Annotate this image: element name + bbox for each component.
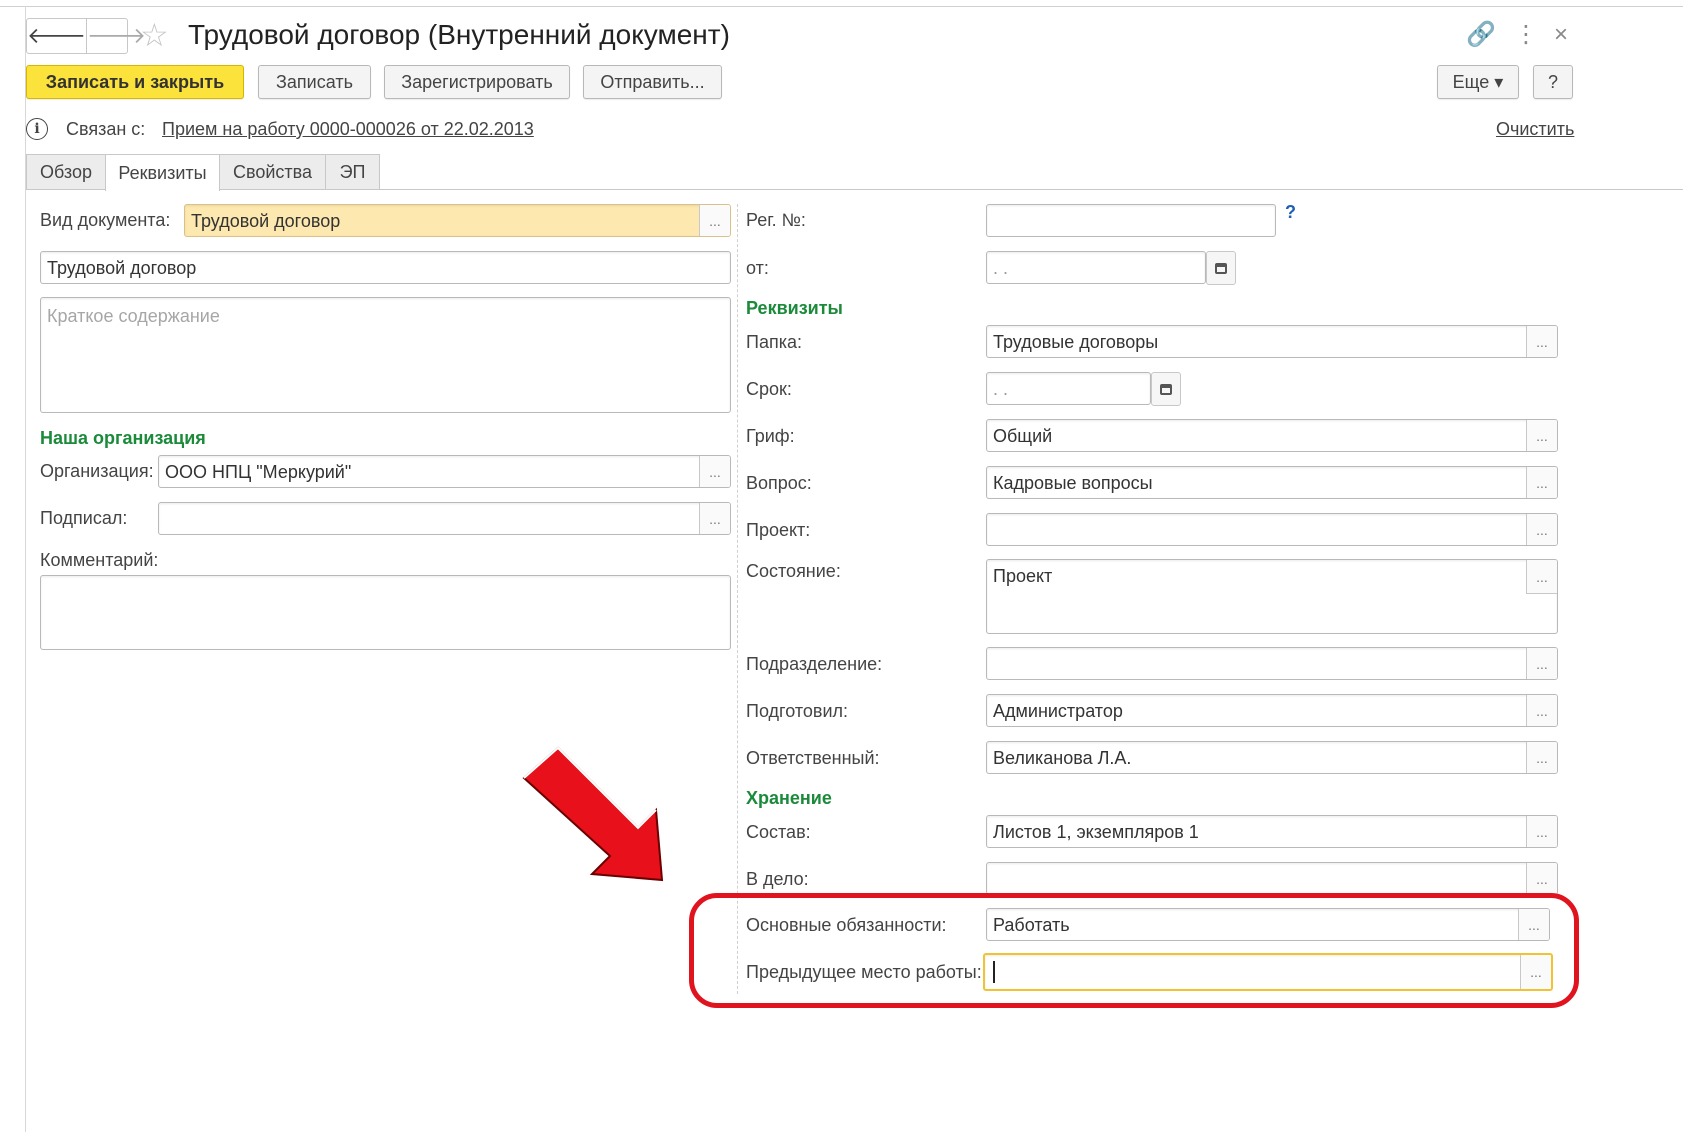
composition-label: Состав: bbox=[746, 822, 811, 842]
close-icon[interactable]: × bbox=[1554, 20, 1568, 50]
responsible-value: Великанова Л.А. bbox=[993, 748, 1132, 768]
deadline-label: Срок: bbox=[746, 379, 792, 399]
deadline-placeholder: . . bbox=[993, 379, 1009, 399]
ellipsis-button[interactable]: ... bbox=[699, 205, 730, 236]
project-label: Проект: bbox=[746, 520, 811, 540]
doc-type-field[interactable]: Трудовой договор ... bbox=[184, 204, 731, 237]
ellipsis-button[interactable]: ... bbox=[1526, 742, 1557, 773]
deadline-input[interactable]: . . bbox=[986, 372, 1151, 405]
ellipsis-button[interactable]: ... bbox=[1526, 863, 1557, 894]
question-label: Вопрос: bbox=[746, 473, 812, 493]
ellipsis-button[interactable]: ... bbox=[699, 503, 730, 534]
register-button[interactable]: Зарегистрировать bbox=[384, 65, 570, 99]
tab-bar-line bbox=[26, 189, 1683, 190]
grif-label: Гриф: bbox=[746, 426, 795, 446]
ellipsis-button[interactable]: ... bbox=[1526, 816, 1557, 847]
ellipsis-button[interactable]: ... bbox=[1526, 326, 1557, 357]
project-field[interactable]: ... bbox=[986, 513, 1558, 546]
ellipsis-button[interactable]: ... bbox=[699, 456, 730, 487]
date-from-calendar-button[interactable] bbox=[1206, 251, 1236, 285]
history-nav: 🡐 🡒 bbox=[26, 18, 146, 54]
red-arrow-icon bbox=[522, 746, 664, 882]
grif-value: Общий bbox=[993, 426, 1053, 446]
case-label: В дело: bbox=[746, 869, 809, 889]
doc-type-label: Вид документа: bbox=[40, 210, 171, 230]
send-button[interactable]: Отправить... bbox=[583, 65, 722, 99]
organization-value: ООО НПЦ "Меркурий" bbox=[165, 462, 352, 482]
our-organization-heading: Наша организация bbox=[40, 428, 206, 448]
signed-field[interactable]: ... bbox=[158, 502, 731, 535]
responsible-field[interactable]: Великанова Л.А. ... bbox=[986, 741, 1558, 774]
responsible-label: Ответственный: bbox=[746, 748, 880, 768]
storage-heading: Хранение bbox=[746, 788, 832, 808]
state-value: Проект bbox=[993, 566, 1053, 586]
highlight-frame bbox=[689, 893, 1579, 1008]
more-button[interactable]: Еще ▾ bbox=[1437, 65, 1519, 99]
prepared-field[interactable]: Администратор ... bbox=[986, 694, 1558, 727]
prepared-value: Администратор bbox=[993, 701, 1123, 721]
comment-textarea[interactable] bbox=[40, 575, 731, 650]
document-name-value: Трудовой договор bbox=[47, 258, 197, 278]
folder-value: Трудовые договоры bbox=[993, 332, 1159, 352]
composition-value: Листов 1, экземпляров 1 bbox=[993, 822, 1199, 842]
date-from-input[interactable]: . . bbox=[986, 251, 1206, 284]
save-and-close-button[interactable]: Записать и закрыть bbox=[26, 65, 244, 99]
more-menu-icon[interactable]: ⋮ bbox=[1514, 20, 1538, 50]
reg-number-label: Рег. №: bbox=[746, 210, 806, 230]
tab-requisites[interactable]: Реквизиты bbox=[105, 154, 220, 191]
grif-field[interactable]: Общий ... bbox=[986, 419, 1558, 452]
date-from-placeholder: . . bbox=[993, 258, 1009, 278]
window-title: Трудовой договор (Внутренний документ) bbox=[188, 19, 730, 50]
save-button[interactable]: Записать bbox=[258, 65, 371, 99]
arrow-right-icon: 🡒 bbox=[87, 23, 146, 48]
case-field[interactable]: ... bbox=[986, 862, 1558, 895]
state-field[interactable]: Проект ... bbox=[986, 559, 1558, 634]
doc-type-value: Трудовой договор bbox=[191, 211, 341, 231]
composition-field[interactable]: Листов 1, экземпляров 1 ... bbox=[986, 815, 1558, 848]
info-icon: i bbox=[26, 118, 48, 140]
ellipsis-button[interactable]: ... bbox=[1526, 560, 1557, 594]
calendar-icon bbox=[1215, 262, 1227, 274]
document-name-input[interactable]: Трудовой договор bbox=[40, 251, 731, 284]
clear-link[interactable]: Очистить bbox=[1496, 117, 1574, 141]
ellipsis-button[interactable]: ... bbox=[1526, 514, 1557, 545]
help-button[interactable]: ? bbox=[1533, 65, 1573, 99]
department-field[interactable]: ... bbox=[986, 647, 1558, 680]
ellipsis-button[interactable]: ... bbox=[1526, 648, 1557, 679]
folder-label: Папка: bbox=[746, 332, 802, 352]
favorite-star-icon[interactable]: ☆ bbox=[140, 18, 169, 52]
column-divider bbox=[737, 204, 738, 994]
ellipsis-button[interactable]: ... bbox=[1526, 420, 1557, 451]
prepared-label: Подготовил: bbox=[746, 701, 849, 721]
tab-overview[interactable]: Обзор bbox=[26, 154, 106, 189]
deadline-calendar-button[interactable] bbox=[1151, 372, 1181, 406]
link-icon[interactable]: 🔗 bbox=[1466, 20, 1496, 50]
folder-field[interactable]: Трудовые договоры ... bbox=[986, 325, 1558, 358]
organization-label: Организация: bbox=[40, 461, 154, 481]
date-from-label: от: bbox=[746, 258, 769, 278]
summary-placeholder: Краткое содержание bbox=[47, 306, 220, 326]
organization-field[interactable]: ООО НПЦ "Меркурий" ... bbox=[158, 455, 731, 488]
question-field[interactable]: Кадровые вопросы ... bbox=[986, 466, 1558, 499]
reg-help-icon[interactable]: ? bbox=[1285, 200, 1296, 224]
question-value: Кадровые вопросы bbox=[993, 473, 1153, 493]
calendar-icon bbox=[1160, 383, 1172, 395]
signed-label: Подписал: bbox=[40, 508, 128, 528]
top-border bbox=[0, 6, 1683, 7]
department-label: Подразделение: bbox=[746, 654, 883, 674]
related-label: Связан с: bbox=[66, 119, 146, 139]
tab-ep[interactable]: ЭП bbox=[325, 154, 380, 189]
related-document-link[interactable]: Прием на работу 0000-000026 от 22.02.201… bbox=[162, 117, 534, 141]
forward-button[interactable]: 🡒 bbox=[86, 19, 146, 53]
reg-number-input[interactable] bbox=[986, 204, 1276, 237]
ellipsis-button[interactable]: ... bbox=[1526, 467, 1557, 498]
ellipsis-button[interactable]: ... bbox=[1526, 695, 1557, 726]
requisites-heading: Реквизиты bbox=[746, 298, 843, 318]
back-button[interactable]: 🡐 bbox=[27, 19, 86, 53]
arrow-left-icon: 🡐 bbox=[27, 23, 86, 48]
comment-label: Комментарий: bbox=[40, 550, 159, 570]
state-label: Состояние: bbox=[746, 561, 841, 581]
summary-textarea[interactable]: Краткое содержание bbox=[40, 297, 731, 413]
tab-properties[interactable]: Свойства bbox=[219, 154, 326, 189]
